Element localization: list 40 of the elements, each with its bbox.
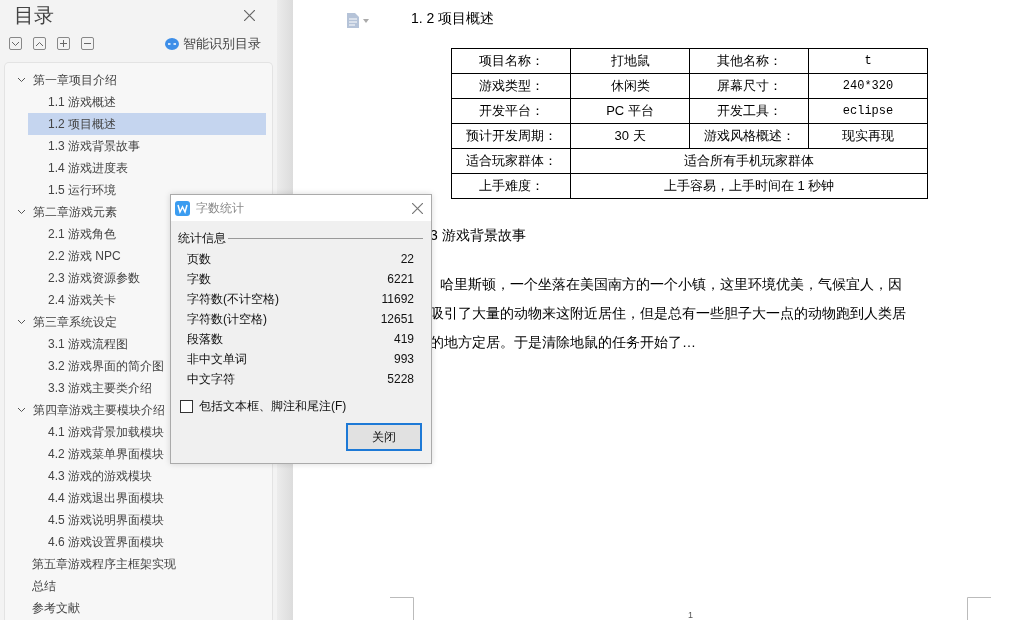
table-cell: 240*320 xyxy=(808,73,928,99)
table-cell: 30 天 xyxy=(570,123,690,149)
table-cell: eclipse xyxy=(808,98,928,124)
stat-label: 字数 xyxy=(187,271,211,288)
stat-label: 段落数 xyxy=(187,331,223,348)
paragraph-line: 哈里斯顿，一个坐落在美国南方的一个小镇，这里环境优美，气候宜人，因 xyxy=(439,275,902,294)
page-number: 1 xyxy=(688,610,693,620)
stat-label: 字符数(计空格) xyxy=(187,311,267,328)
table-cell: PC 平台 xyxy=(570,98,690,124)
table-cell: t xyxy=(808,48,928,74)
stat-label: 字符数(不计空格) xyxy=(187,291,279,308)
stat-value: 12651 xyxy=(380,311,414,328)
table-cell: 上手难度： xyxy=(451,173,571,199)
table-cell: 现实再现 xyxy=(808,123,928,149)
stat-value: 6221 xyxy=(387,271,414,288)
table-cell: 适合所有手机玩家群体 xyxy=(570,148,928,174)
table-cell: 休闲类 xyxy=(570,73,690,99)
stat-value: 993 xyxy=(393,351,414,368)
stat-value: 22 xyxy=(400,251,414,268)
dialog-title: 字数统计 xyxy=(196,200,244,217)
stat-value: 5228 xyxy=(387,371,414,388)
table-cell: 其他名称： xyxy=(689,48,809,74)
table-cell: 屏幕尺寸： xyxy=(689,73,809,99)
table-cell: 上手容易，上手时间在 1 秒钟 xyxy=(570,173,928,199)
table-cell: 开发平台： xyxy=(451,98,571,124)
stat-label: 页数 xyxy=(187,251,211,268)
stat-label: 非中文单词 xyxy=(187,351,247,368)
sidebar-title: 目录 xyxy=(13,4,54,26)
table-cell: 项目名称： xyxy=(451,48,571,74)
stat-label: 中文字符 xyxy=(187,371,235,388)
table-cell: 开发工具： xyxy=(689,98,809,124)
stat-value: 11692 xyxy=(381,291,414,308)
table-cell: 打地鼠 xyxy=(570,48,690,74)
table-cell: 适合玩家群体： xyxy=(451,148,571,174)
table-cell: 预计开发周期： xyxy=(451,123,571,149)
table-cell: 游戏类型： xyxy=(451,73,571,99)
stat-value: 419 xyxy=(393,331,414,348)
group-label: 统计信息 xyxy=(178,230,226,247)
section-heading: 1. 2 项目概述 xyxy=(411,9,495,28)
table-cell: 游戏风格概述： xyxy=(689,123,809,149)
